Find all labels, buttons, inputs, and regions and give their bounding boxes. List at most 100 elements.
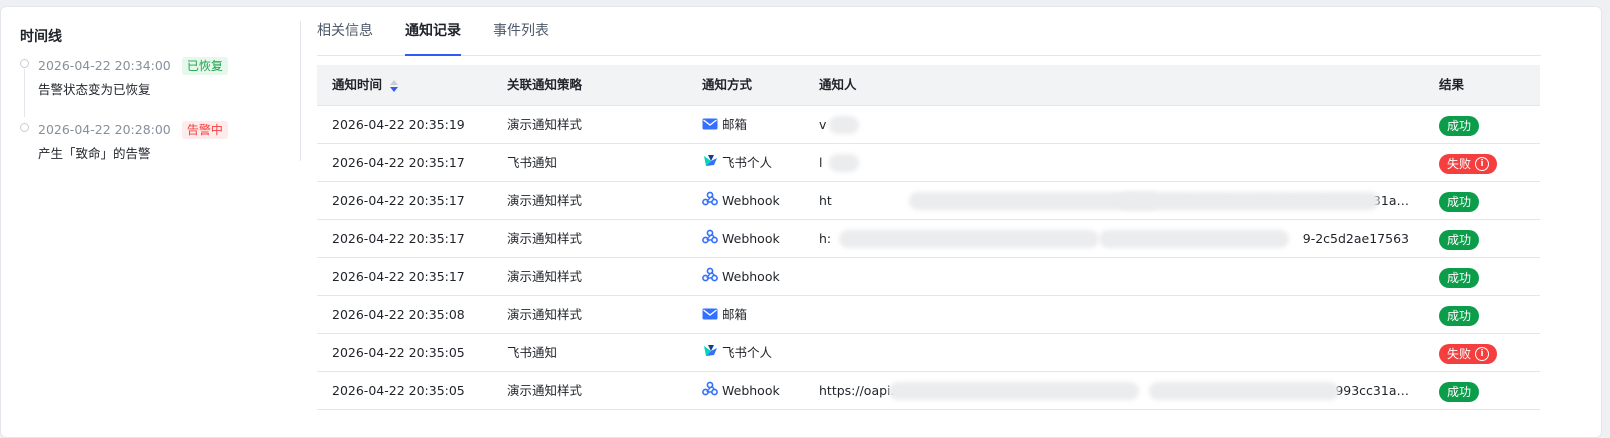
cell-result: 成功 xyxy=(1439,106,1480,143)
cell-result: 失败 i xyxy=(1439,144,1498,181)
result-badge-success: 成功 xyxy=(1439,115,1480,136)
cell-recipient-text: https://oapi. xyxy=(819,383,895,398)
cell-notify-time: 2026-04-22 20:35:17 xyxy=(332,193,465,208)
column-header-result: 结果 xyxy=(1439,77,1465,92)
table-header: 通知时间 关联通知策略 通知方式 通知人 结果 xyxy=(317,65,1540,106)
cell-recipient: l xyxy=(819,144,1409,181)
cell-method: Webhook xyxy=(702,182,780,220)
cell-recipient: htb264f3cb637aeed0c4583b73993cc31a… xyxy=(819,182,1409,219)
webhook-icon xyxy=(702,221,718,258)
cell-notify-time: 2026-04-22 20:35:05 xyxy=(332,345,465,360)
timeline-title: 时间线 xyxy=(20,29,62,45)
status-badge-recovered: 已恢复 xyxy=(181,56,228,75)
cell-recipient-text: v xyxy=(819,117,827,132)
cell-method-label: Webhook xyxy=(722,269,780,284)
table-row: 2026-04-22 20:35:17演示通知样式Webhook-f31bd2e… xyxy=(317,258,1540,296)
cell-result: 成功 xyxy=(1439,372,1480,409)
cell-recipient: https://oapi. 993cc31a… xyxy=(819,372,1409,409)
cell-result: 成功 xyxy=(1439,220,1480,257)
mail-icon xyxy=(702,297,718,334)
cell-result: 失败 i xyxy=(1439,334,1498,371)
redacted-region xyxy=(1119,192,1379,210)
column-header-time-label: 通知时间 xyxy=(332,77,383,92)
result-badge-success: 成功 xyxy=(1439,267,1480,288)
cell-method-label: 飞书个人 xyxy=(722,345,773,360)
table-row: 2026-04-22 20:35:05 飞书通知 飞书个人 失败 i xyxy=(317,334,1540,372)
result-label: 失败 xyxy=(1447,346,1472,361)
cell-recipient: v xyxy=(819,106,1409,143)
timeline: 时间线 2026-04-22 20:34:00 已恢复 告警状态变为已恢复 20… xyxy=(20,27,290,163)
cell-method-label: 飞书个人 xyxy=(722,155,773,170)
section-divider xyxy=(300,21,301,161)
cell-recipient-text: h: xyxy=(819,231,832,246)
feishu-icon xyxy=(702,335,718,372)
cell-policy: 演示通知样式 xyxy=(507,193,583,208)
sort-icon[interactable] xyxy=(390,79,399,92)
cell-recipient-text: l xyxy=(819,155,823,170)
cell-notify-time: 2026-04-22 20:35:17 xyxy=(332,269,465,284)
column-header-policy: 关联通知策略 xyxy=(507,77,583,92)
cell-notify-time: 2026-04-22 20:35:08 xyxy=(332,307,465,322)
cell-method-label: 邮箱 xyxy=(722,117,748,132)
cell-method: 飞书个人 xyxy=(702,334,772,372)
webhook-icon xyxy=(702,259,718,296)
result-badge-fail[interactable]: 失败 i xyxy=(1439,343,1498,364)
timeline-text: 告警状态变为已恢复 xyxy=(38,81,151,97)
result-label: 失败 xyxy=(1447,156,1472,171)
cell-method: Webhook xyxy=(702,372,780,410)
cell-method: Webhook xyxy=(702,258,780,296)
cell-result: 成功 xyxy=(1439,182,1480,219)
result-badge-success: 成功 xyxy=(1439,191,1480,212)
result-badge-success: 成功 xyxy=(1439,305,1480,326)
column-header-time[interactable]: 通知时间 xyxy=(332,65,399,105)
tab-event-list[interactable]: 事件列表 xyxy=(493,19,549,43)
alert-detail-card: 时间线 2026-04-22 20:34:00 已恢复 告警状态变为已恢复 20… xyxy=(0,6,1602,438)
redacted-region xyxy=(829,116,859,134)
redacted-region xyxy=(829,154,859,172)
cell-method-label: Webhook xyxy=(722,193,780,208)
tab-related-info[interactable]: 相关信息 xyxy=(317,19,373,43)
feishu-icon xyxy=(702,145,718,182)
table-row: 2026-04-22 20:35:05 演示通知样式 Webhook https://… xyxy=(317,372,1540,410)
redacted-region xyxy=(839,230,1099,248)
webhook-icon xyxy=(702,183,718,220)
cell-notify-time: 2026-04-22 20:35:05 xyxy=(332,383,465,398)
redacted-region xyxy=(1099,230,1289,248)
table-body: 2026-04-22 20:35:19 演示通知样式 邮箱 v 成功 2026-04-22… xyxy=(317,106,1540,410)
cell-method: 邮箱 xyxy=(702,106,747,144)
cell-recipient-tail: 993cc31a… xyxy=(1335,383,1409,398)
cell-method-label: Webhook xyxy=(722,383,780,398)
cell-method: Webhook xyxy=(702,220,780,258)
column-header-method: 通知方式 xyxy=(702,77,753,92)
mail-icon xyxy=(702,107,718,144)
cell-method: 飞书个人 xyxy=(702,144,772,182)
info-icon[interactable]: i xyxy=(1475,347,1490,361)
result-badge-success: 成功 xyxy=(1439,381,1480,402)
timeline-item: 2026-04-22 20:28:00 告警中 产生「致命」的告警 xyxy=(20,119,290,163)
cell-notify-time: 2026-04-22 20:35:17 xyxy=(332,155,465,170)
cell-policy: 飞书通知 xyxy=(507,345,558,360)
info-icon[interactable]: i xyxy=(1475,157,1490,171)
table-row: 2026-04-22 20:35:17 演示通知样式 Webhook h: 9-2c5d… xyxy=(317,220,1540,258)
status-badge-alarming: 告警中 xyxy=(181,120,228,139)
cell-notify-time: 2026-04-22 20:35:19 xyxy=(332,117,465,132)
column-header-recipient: 通知人 xyxy=(819,77,857,92)
table-row: 2026-04-22 20:35:17 演示通知样式 Webhook htb264f3… xyxy=(317,182,1540,220)
result-badge-success: 成功 xyxy=(1439,229,1480,250)
cell-method-label: 邮箱 xyxy=(722,307,748,322)
cell-policy: 飞书通知 xyxy=(507,155,558,170)
cell-recipient: h: 9-2c5d2ae17563 xyxy=(819,220,1409,257)
cell-recipient-text: ht xyxy=(819,193,832,208)
cell-method: 邮箱 xyxy=(702,296,747,334)
timeline-text: 产生「致命」的告警 xyxy=(38,145,151,161)
timeline-time: 2026-04-22 20:34:00 xyxy=(38,57,171,73)
timeline-time: 2026-04-22 20:28:00 xyxy=(38,121,171,137)
cell-policy: 演示通知样式 xyxy=(507,269,583,284)
cell-policy: 演示通知样式 xyxy=(507,117,583,132)
timeline-item: 2026-04-22 20:34:00 已恢复 告警状态变为已恢复 xyxy=(20,55,290,119)
tab-notification-records[interactable]: 通知记录 xyxy=(405,19,461,43)
tab-bar: 相关信息 通知记录 事件列表 xyxy=(317,19,1541,56)
result-badge-fail[interactable]: 失败 i xyxy=(1439,153,1498,174)
cell-recipient-tail: 9-2c5d2ae17563 xyxy=(1302,231,1409,246)
table-row: 2026-04-22 20:35:08 演示通知样式 邮箱 成功 xyxy=(317,296,1540,334)
